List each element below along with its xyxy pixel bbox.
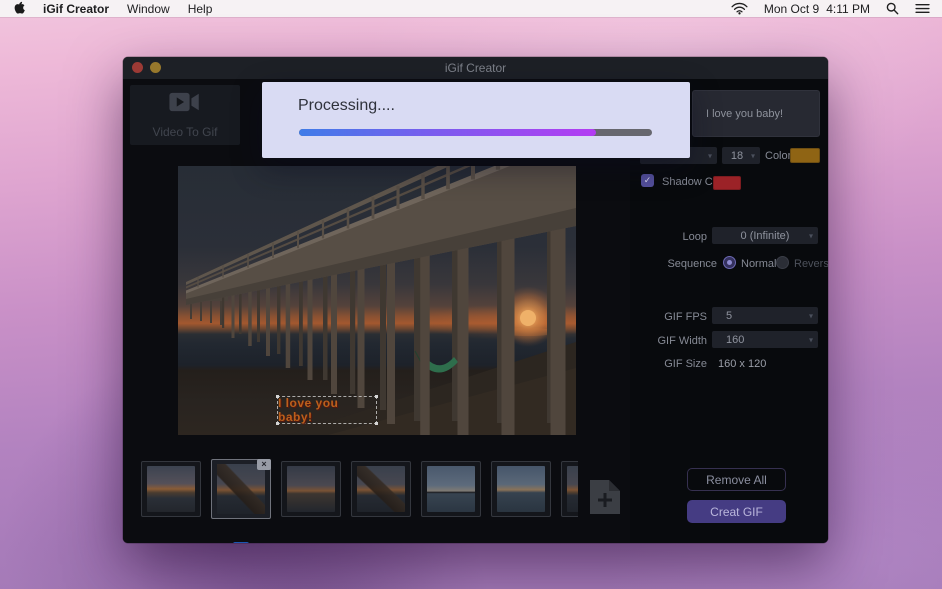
app-window: iGif Creator Video To Gif (123, 57, 828, 543)
frame-number: 4 (351, 542, 411, 543)
notification-center-icon[interactable] (915, 3, 930, 14)
add-frames-button[interactable] (588, 478, 622, 516)
minimize-button[interactable] (150, 62, 161, 73)
loop-select[interactable]: 0 (Infinite) ▾ (712, 227, 818, 244)
chevron-down-icon: ▾ (751, 151, 755, 160)
frame-thumbnail-7[interactable] (561, 461, 578, 517)
create-gif-button[interactable]: Creat GIF (687, 500, 786, 523)
video-camera-icon (169, 91, 201, 118)
frame-thumbnail-3[interactable] (281, 461, 341, 517)
loop-label: Loop (630, 231, 707, 243)
sequence-normal-radio[interactable] (723, 256, 736, 269)
shadow-checkbox[interactable]: ✓ (641, 174, 654, 187)
chevron-down-icon: ▾ (809, 231, 813, 240)
remove-all-button[interactable]: Remove All (687, 468, 786, 491)
progress-bar (299, 129, 652, 136)
close-button[interactable] (132, 62, 143, 73)
menu-clock[interactable]: Mon Oct 9 4:11 PM (764, 2, 870, 16)
window-title: iGif Creator (445, 61, 506, 75)
remove-frame-icon[interactable]: × (257, 459, 271, 470)
color-label: Color (765, 150, 791, 162)
frame-thumbnail-4[interactable] (351, 461, 411, 517)
text-color-swatch[interactable] (790, 148, 820, 163)
frame-thumbnail-1[interactable] (141, 461, 201, 517)
chevron-down-icon: ▾ (809, 311, 813, 320)
add-file-icon (588, 478, 622, 516)
tab-label: Video To Gif (153, 125, 218, 139)
menu-item-help[interactable]: Help (188, 2, 213, 16)
frame-number-selected: 2 (211, 542, 271, 543)
spotlight-icon[interactable] (886, 2, 899, 15)
menu-date: Mon Oct 9 (764, 2, 819, 16)
caption-text-input[interactable]: I love you baby! (692, 90, 820, 137)
frame-thumbnail-6[interactable] (491, 461, 551, 517)
title-bar[interactable]: iGif Creator (123, 57, 828, 79)
chevron-down-icon: ▾ (708, 151, 712, 160)
wifi-icon[interactable] (731, 2, 748, 15)
frame-thumbnail-5[interactable] (421, 461, 481, 517)
checkmark-icon: ✓ (644, 175, 652, 185)
caption-overlay[interactable]: I love you baby! (277, 396, 377, 424)
resize-handle[interactable] (375, 395, 378, 398)
processing-message: Processing.... (298, 97, 395, 115)
sequence-reverse-radio[interactable] (776, 256, 789, 269)
size-value: 160 x 120 (718, 358, 766, 370)
font-size-select[interactable]: 18 ▾ (722, 147, 760, 164)
frame-numbers: 1 2 3 4 5 6 (137, 542, 551, 543)
chevron-down-icon: ▾ (809, 335, 813, 344)
sequence-normal-label: Normal (741, 258, 776, 270)
frame-number: 6 (491, 542, 551, 543)
frame-thumbnail-2[interactable]: × (211, 459, 271, 519)
frame-number: 3 (281, 542, 341, 543)
resize-handle[interactable] (276, 422, 279, 425)
tab-video-to-gif[interactable]: Video To Gif (130, 85, 240, 145)
width-label: GIF Width (630, 335, 707, 347)
caption-text: I love you baby! (278, 396, 376, 424)
preview-image: I love you baby! (178, 166, 576, 435)
size-label: GIF Size (630, 358, 707, 370)
fps-label: GIF FPS (630, 311, 707, 323)
resize-handle[interactable] (276, 395, 279, 398)
sequence-label: Sequence (630, 258, 717, 270)
menu-bar: iGif Creator Window Help Mon Oct 9 4:11 … (0, 0, 942, 17)
menu-item-app[interactable]: iGif Creator (43, 2, 109, 16)
filmstrip: × (137, 459, 578, 521)
menu-time: 4:11 PM (826, 2, 870, 16)
processing-dialog: Processing.... (262, 82, 690, 158)
sequence-reverse-label: Reverse (794, 258, 828, 270)
shadow-color-swatch[interactable] (713, 176, 741, 190)
frame-number: 5 (421, 542, 481, 543)
width-select[interactable]: 160 ▾ (712, 331, 818, 348)
resize-handle[interactable] (375, 422, 378, 425)
fps-select[interactable]: 5 ▾ (712, 307, 818, 324)
apple-menu-icon[interactable] (12, 1, 25, 16)
progress-bar-fill (299, 129, 596, 136)
menu-item-window[interactable]: Window (127, 2, 170, 16)
frame-number: 1 (141, 542, 201, 543)
